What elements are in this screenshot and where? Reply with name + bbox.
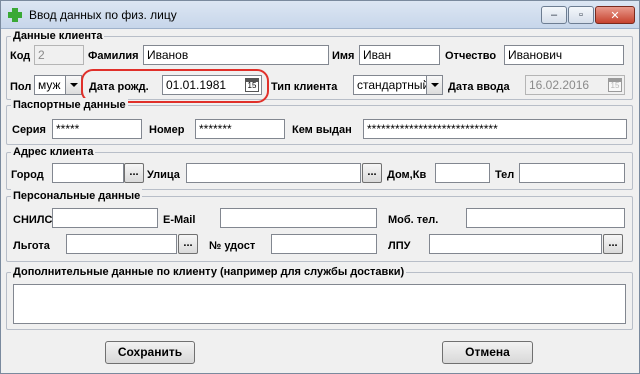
email-field[interactable] <box>220 208 377 228</box>
mobile-label: Моб. тел. <box>388 214 439 226</box>
certificate-number-field[interactable] <box>271 234 377 254</box>
street-label: Улица <box>147 169 180 181</box>
benefit-browse-button[interactable]: ... <box>178 234 198 254</box>
close-button[interactable]: ✕ <box>595 6 635 24</box>
city-field[interactable] <box>52 163 124 183</box>
dialog-window: Ввод данных по физ. лицу – ▫ ✕ Данные кл… <box>0 0 640 374</box>
benefit-label: Льгота <box>13 240 50 252</box>
email-label: E-Mail <box>163 214 196 226</box>
personal-data-title: Персональные данные <box>11 189 143 203</box>
certificate-number-label: № удост <box>209 240 256 252</box>
extra-data-textarea[interactable] <box>13 284 626 324</box>
passport-title: Паспортные данные <box>11 98 128 112</box>
phone-field[interactable] <box>519 163 625 183</box>
lpu-field[interactable] <box>429 234 602 254</box>
name-label: Имя <box>332 50 355 62</box>
entry-date-value: 16.02.2016 <box>529 78 590 92</box>
client-type-select[interactable]: стандартный <box>353 75 443 95</box>
lpu-browse-button[interactable]: ... <box>603 234 623 254</box>
medical-cross-icon <box>8 8 22 22</box>
address-title: Адрес клиента <box>11 145 96 159</box>
city-browse-button[interactable]: ... <box>124 163 144 183</box>
gender-select[interactable]: муж <box>34 75 82 95</box>
extra-data-title: Дополнительные данные по клиенту (наприм… <box>11 265 407 279</box>
house-label: Дом,Кв <box>387 169 427 181</box>
surname-label: Фамилия <box>88 50 139 62</box>
entry-date-label: Дата ввода <box>448 81 510 93</box>
client-type-label: Тип клиента <box>271 81 338 93</box>
patronymic-label: Отчество <box>445 50 497 62</box>
snils-label: СНИЛС <box>13 214 53 226</box>
save-button[interactable]: Сохранить <box>105 341 195 364</box>
calendar-icon: 15 <box>608 78 622 92</box>
code-field[interactable]: 2 <box>34 45 84 65</box>
window-title: Ввод данных по физ. лицу <box>29 8 177 22</box>
street-field[interactable] <box>186 163 361 183</box>
code-label: Код <box>10 50 31 62</box>
minimize-button[interactable]: – <box>541 6 567 24</box>
gender-label: Пол <box>10 81 32 93</box>
title-bar[interactable]: Ввод данных по физ. лицу – ▫ ✕ <box>1 1 639 29</box>
chevron-down-icon[interactable] <box>426 76 442 94</box>
patronymic-field[interactable]: Иванович <box>504 45 624 65</box>
mobile-field[interactable] <box>466 208 625 228</box>
benefit-field[interactable] <box>66 234 177 254</box>
series-field[interactable]: ***** <box>52 119 142 139</box>
maximize-button[interactable]: ▫ <box>568 6 594 24</box>
number-field[interactable]: ******* <box>195 119 285 139</box>
snils-field[interactable] <box>52 208 158 228</box>
entry-date-field: 16.02.2016 15 <box>525 75 625 95</box>
cancel-button[interactable]: Отмена <box>442 341 533 364</box>
surname-field[interactable]: Иванов <box>143 45 329 65</box>
gender-value: муж <box>38 78 61 92</box>
street-browse-button[interactable]: ... <box>362 163 382 183</box>
issued-by-field[interactable]: **************************** <box>363 119 627 139</box>
house-field[interactable] <box>435 163 490 183</box>
name-field[interactable]: Иван <box>359 45 440 65</box>
number-label: Номер <box>149 124 185 136</box>
phone-label: Тел <box>495 169 515 181</box>
chevron-down-icon[interactable] <box>65 76 81 94</box>
lpu-label: ЛПУ <box>388 240 411 252</box>
city-label: Город <box>11 169 44 181</box>
series-label: Серия <box>12 124 46 136</box>
client-type-value: стандартный <box>357 78 430 92</box>
client-data-title: Данные клиента <box>11 29 105 43</box>
issued-by-label: Кем выдан <box>292 124 352 136</box>
